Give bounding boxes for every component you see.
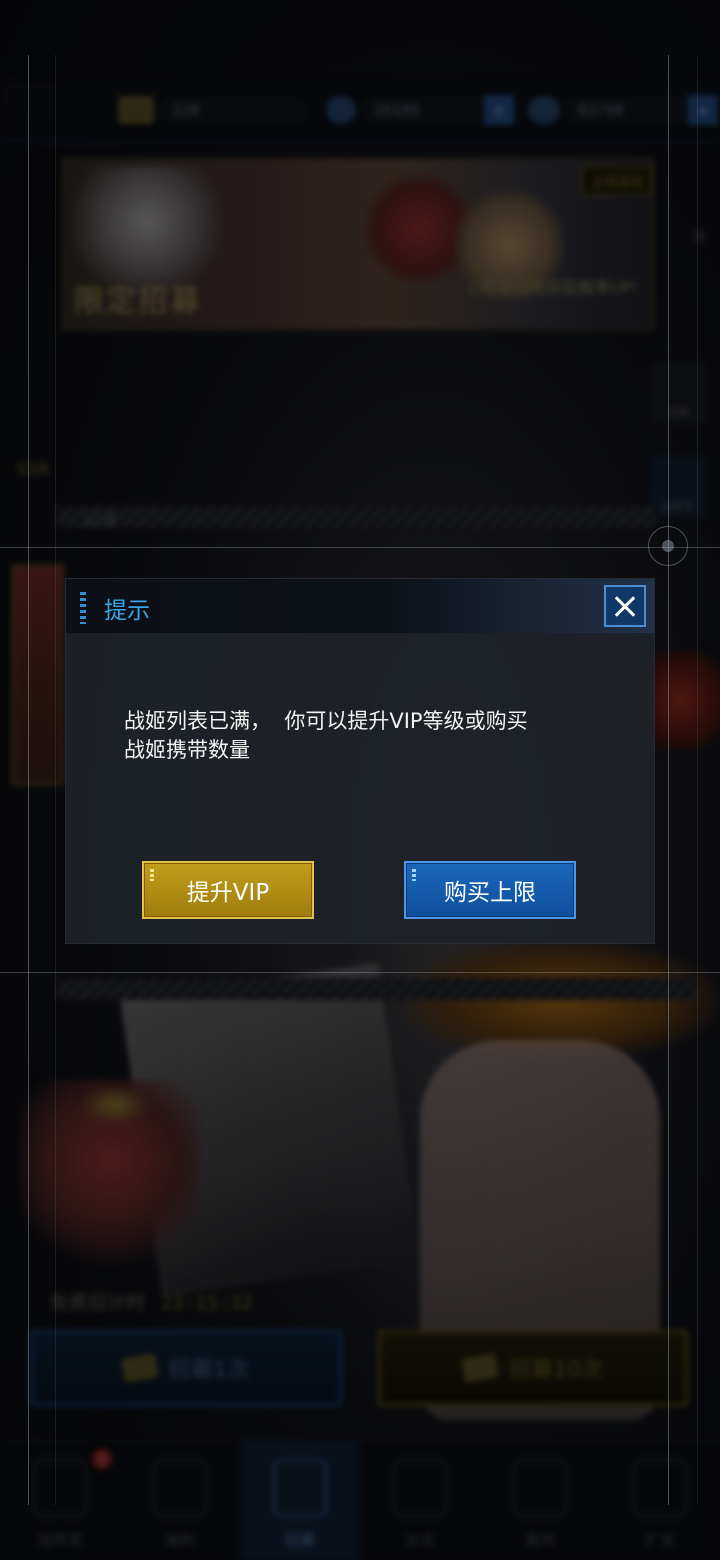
reticle-icon: [648, 526, 688, 566]
frame-line-bottom: [0, 972, 720, 973]
frame-line-right-outer: [697, 55, 698, 1505]
dialog-title: 提示: [104, 598, 150, 624]
notice-dialog: 提示 战姬列表已满， 你可以提升VIP等级或购买 战姬携带数量 提升VIP 购买…: [66, 579, 654, 943]
upgrade-vip-button[interactable]: 提升VIP: [142, 861, 314, 919]
dialog-message: 战姬列表已满， 你可以提升VIP等级或购买 战姬携带数量: [124, 707, 604, 765]
frame-line-left: [28, 55, 29, 1505]
frame-line-right: [668, 55, 669, 1505]
dialog-message-line2: 战姬携带数量: [124, 738, 250, 762]
frame-line-left-inner: [55, 55, 56, 1505]
frame-line-top: [0, 547, 720, 548]
dialog-header: 提示: [66, 579, 654, 633]
header-dots-icon: [80, 592, 86, 624]
buy-limit-label: 购买上限: [444, 880, 536, 906]
buy-limit-button[interactable]: 购买上限: [404, 861, 576, 919]
dialog-message-line1: 战姬列表已满， 你可以提升VIP等级或购买: [124, 709, 528, 733]
upgrade-vip-label: 提升VIP: [186, 880, 270, 906]
close-button[interactable]: [604, 585, 646, 627]
